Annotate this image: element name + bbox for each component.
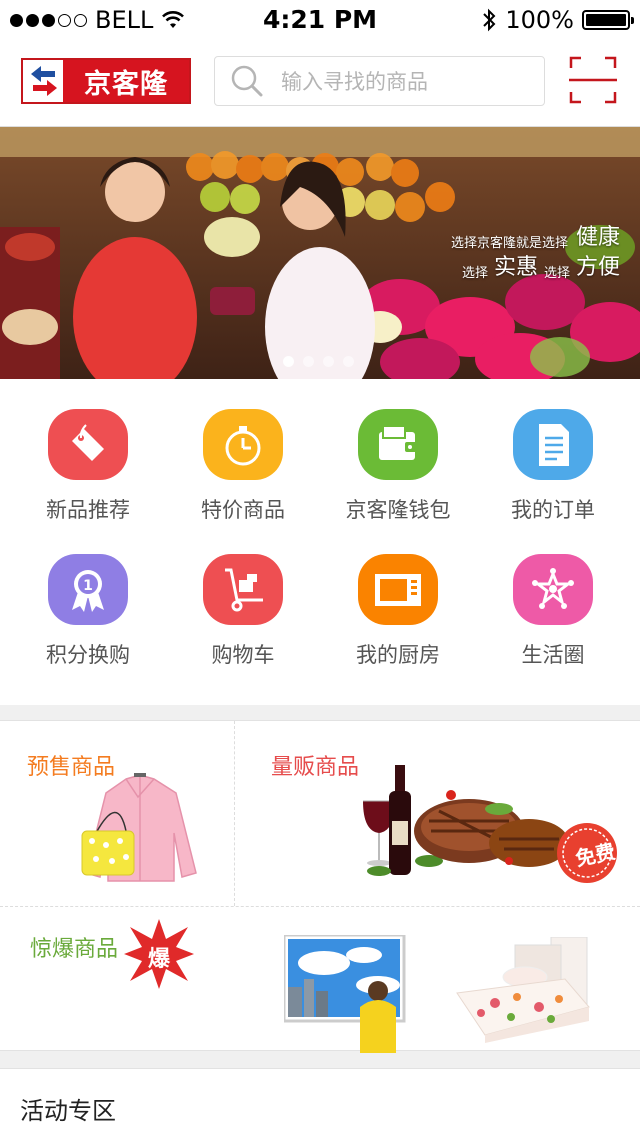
bluetooth-icon — [483, 8, 496, 32]
menu-life-circle[interactable]: 生活圈 — [473, 524, 633, 669]
status-bar: BELL 4:21 PM 100% — [0, 0, 640, 40]
banner-slogan-text: 实惠 — [493, 255, 538, 280]
banner-carousel[interactable]: 选择京客隆就是选择 健康 选择 实惠 选择 方便 — [0, 127, 640, 379]
menu-label: 购物车 — [211, 643, 275, 667]
battery-icon — [582, 10, 634, 30]
menu-new-products[interactable]: 新品推荐 — [8, 379, 168, 524]
bulk-products-card[interactable]: 量贩商品 免费 — [235, 721, 640, 906]
banner-slogan-text: 健康 — [575, 225, 620, 250]
scan-icon[interactable] — [569, 56, 617, 104]
banner-slogan-line2: 选择 实惠 选择 方便 — [462, 249, 620, 281]
menu-points-exchange[interactable]: 1 积分换购 — [8, 524, 168, 669]
tag-icon — [72, 423, 104, 461]
burst-badge: 爆 — [147, 947, 170, 972]
bulk-title: 量贩商品 — [271, 755, 360, 780]
bedding-image — [456, 937, 590, 1043]
coat-image — [81, 773, 197, 882]
menu-label: 京客隆钱包 — [345, 498, 451, 522]
pager-dot[interactable] — [343, 356, 354, 367]
menu-icon-bg — [513, 554, 593, 625]
banner-slogan-text: 选择 — [461, 266, 488, 281]
document-icon — [539, 423, 569, 466]
pager-dot[interactable] — [283, 356, 294, 367]
surprise-products-card[interactable]: 惊爆商品 爆 — [0, 907, 640, 1053]
presale-products-card[interactable]: 预售商品 — [0, 721, 234, 906]
activity-section: 活动专区 — [0, 1068, 640, 1136]
menu-label: 我的厨房 — [356, 643, 440, 667]
menu-icon-bg — [203, 554, 283, 625]
star-icon — [532, 567, 574, 609]
product-section: 预售商品 量贩商品 免费 惊爆商品 爆 — [0, 720, 640, 1053]
feature-grid: 新品推荐 特价商品 京客隆钱包 我的订单 1 积分换购 购物车 我的厨房 生活圈 — [0, 379, 640, 705]
banner-pager[interactable] — [283, 356, 354, 367]
status-right: 100% — [481, 6, 634, 34]
battery-percent: 100% — [505, 6, 574, 34]
wall-sticker-image — [284, 935, 406, 1053]
search-placeholder: 输入寻找的商品 — [281, 70, 428, 94]
menu-icon-bg — [358, 409, 438, 480]
menu-my-orders[interactable]: 我的订单 — [473, 379, 633, 524]
menu-wallet[interactable]: 京客隆钱包 — [318, 379, 478, 524]
pager-dot[interactable] — [303, 356, 314, 367]
menu-label: 积分换购 — [46, 643, 130, 667]
activity-title: 活动专区 — [20, 1097, 116, 1125]
svg-text:1: 1 — [83, 578, 93, 594]
menu-label: 生活圈 — [521, 643, 585, 667]
menu-icon-bg — [48, 409, 128, 480]
logo-text: 京客隆 — [63, 60, 189, 102]
header: 京客隆 输入寻找的商品 — [0, 40, 640, 127]
menu-icon-bg — [203, 409, 283, 480]
search-icon — [231, 65, 263, 97]
menu-special-offers[interactable]: 特价商品 — [163, 379, 323, 524]
microwave-icon — [375, 573, 421, 606]
menu-label: 新品推荐 — [46, 498, 130, 522]
menu-icon-bg — [513, 409, 593, 480]
wallet-icon — [379, 424, 417, 460]
menu-label: 特价商品 — [201, 498, 285, 522]
pager-dot[interactable] — [323, 356, 334, 367]
menu-icon-bg: 1 — [48, 554, 128, 625]
logo-arrows-icon — [25, 62, 63, 100]
menu-label: 我的订单 — [511, 498, 595, 522]
menu-my-kitchen[interactable]: 我的厨房 — [318, 524, 478, 669]
stopwatch-icon — [225, 425, 261, 465]
logo[interactable]: 京客隆 — [21, 58, 191, 104]
menu-cart[interactable]: 购物车 — [163, 524, 323, 669]
menu-icon-bg — [358, 554, 438, 625]
banner-slogan-text: 方便 — [575, 255, 620, 280]
medal-icon: 1 — [72, 569, 104, 612]
search-input[interactable]: 输入寻找的商品 — [214, 56, 545, 106]
banner-slogan-line1: 选择京客隆就是选择 健康 — [451, 219, 620, 251]
surprise-title: 惊爆商品 — [30, 937, 119, 962]
hand-truck-icon — [225, 568, 263, 611]
banner-slogan-text: 选择 — [543, 266, 570, 281]
